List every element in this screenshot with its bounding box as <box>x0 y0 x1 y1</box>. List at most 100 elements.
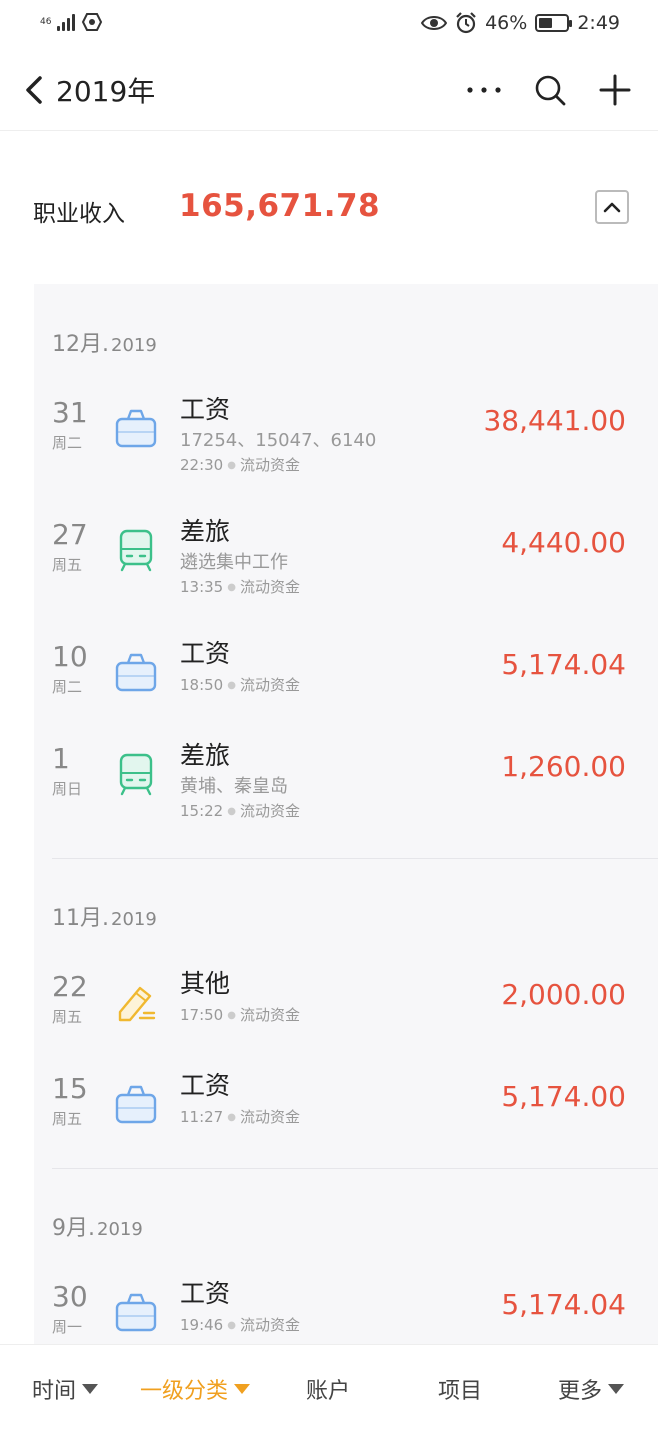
row-account: 流动资金 <box>239 676 300 694</box>
row-weekday: 周五 <box>52 1110 83 1128</box>
row-note: 黄埔、秦皇岛 <box>180 776 288 797</box>
transaction-row[interactable]: 27 周五 差旅 遴选集中工作 13:35 ● 流动资金 4,440.00 <box>34 517 658 628</box>
train-icon <box>119 753 153 796</box>
income-summary: 职业收入 165,671.78 <box>0 170 658 250</box>
clock: 2:49 <box>577 12 620 34</box>
bottom-filter-bar: 时间 一级分类 账户 项目 更多 <box>0 1344 658 1429</box>
summary-label: 职业收入 <box>33 201 125 227</box>
row-day: 22 <box>52 970 88 1003</box>
row-meta: 13:35 ● 流动资金 <box>180 578 300 596</box>
row-category: 工资 <box>180 395 231 424</box>
row-day: 27 <box>52 518 88 551</box>
row-category: 其他 <box>180 969 231 998</box>
row-time: 22:30 <box>180 456 224 474</box>
row-meta: 18:50 ● 流动资金 <box>180 676 300 694</box>
tab-project[interactable]: 项目 <box>438 1373 482 1405</box>
more-icon[interactable] <box>466 74 502 106</box>
row-amount: 1,260.00 <box>501 750 626 783</box>
row-account: 流动资金 <box>239 578 300 596</box>
briefcase-icon <box>115 1085 157 1124</box>
row-weekday: 周日 <box>52 780 83 798</box>
group-divider <box>52 1168 658 1169</box>
row-category: 工资 <box>180 1071 231 1100</box>
month-year: 2019 <box>111 909 157 930</box>
alarm-icon <box>456 12 476 34</box>
row-meta: 19:46 ● 流动资金 <box>180 1316 300 1334</box>
tab-account[interactable]: 账户 <box>306 1373 350 1405</box>
row-weekday: 周五 <box>52 1008 83 1026</box>
add-icon[interactable] <box>598 72 632 108</box>
briefcase-icon <box>115 653 157 692</box>
month-year: 2019 <box>97 1219 143 1240</box>
eye-icon <box>421 16 448 30</box>
row-time: 11:27 <box>180 1108 224 1126</box>
row-note: 遴选集中工作 <box>180 552 288 573</box>
collapse-button[interactable] <box>595 190 629 224</box>
row-amount: 2,000.00 <box>501 978 626 1011</box>
transaction-row[interactable]: 31 周二 工资 17254、15047、6140 22:30 ● 流动资金 38,… <box>34 395 658 506</box>
transaction-row[interactable]: 22 周五 其他 17:50 ● 流动资金 2,000.00 <box>34 969 658 1080</box>
transaction-row[interactable]: 15 周五 工资 11:27 ● 流动资金 5,174.00 <box>34 1071 658 1182</box>
group-divider <box>52 858 658 859</box>
app-header: 2019年 <box>0 52 658 128</box>
dropdown-arrow-icon <box>608 1384 625 1394</box>
tab-label: 一级分类 <box>140 1379 229 1404</box>
row-weekday: 周二 <box>52 434 83 452</box>
row-time: 15:22 <box>180 802 224 820</box>
row-amount: 5,174.00 <box>501 1080 626 1113</box>
row-account: 流动资金 <box>239 1006 300 1024</box>
row-meta: 22:30 ● 流动资金 <box>180 456 300 474</box>
status-left: 46 <box>40 12 103 32</box>
briefcase-icon <box>115 409 157 448</box>
search-icon[interactable] <box>533 72 567 108</box>
transaction-list: 12月. 2019 31 周二 工资 17254、15047、6140 22:30… <box>34 284 658 1344</box>
pencil-icon <box>118 986 156 1022</box>
row-note: 17254、15047、6140 <box>180 430 377 451</box>
tab-label: 更多 <box>558 1379 603 1404</box>
signal-icon <box>57 13 76 31</box>
network-type: 46 <box>40 16 52 27</box>
status-bar: 46 46% 2:49 <box>0 0 658 52</box>
row-meta: 17:50 ● 流动资金 <box>180 1006 300 1024</box>
row-category: 差旅 <box>180 517 231 546</box>
row-time: 17:50 <box>180 1006 224 1024</box>
tab-more[interactable]: 更多 <box>558 1373 625 1405</box>
transaction-row[interactable]: 10 周二 工资 18:50 ● 流动资金 5,174.04 <box>34 639 658 750</box>
row-day: 1 <box>52 742 70 775</box>
month-label: 9月. <box>52 1216 95 1241</box>
shield-icon <box>82 13 103 31</box>
tab-label: 项目 <box>438 1379 483 1404</box>
back-arrow-icon[interactable] <box>22 72 46 108</box>
row-weekday: 周二 <box>52 678 83 696</box>
tab-time[interactable]: 时间 <box>32 1373 99 1405</box>
month-label: 12月. <box>52 332 109 357</box>
tab-label: 时间 <box>32 1379 77 1404</box>
battery-percent: 46% <box>485 12 528 34</box>
dropdown-arrow-icon <box>82 1384 99 1394</box>
page-title: 2019年 <box>56 75 156 108</box>
briefcase-icon <box>115 1293 157 1332</box>
row-account: 流动资金 <box>239 1316 300 1334</box>
summary-total: 165,671.78 <box>179 188 381 224</box>
row-time: 13:35 <box>180 578 224 596</box>
row-amount: 38,441.00 <box>483 404 626 437</box>
row-day: 31 <box>52 396 88 429</box>
month-header: 12月. 2019 <box>52 326 157 358</box>
row-amount: 4,440.00 <box>501 526 626 559</box>
tab-primary-category[interactable]: 一级分类 <box>140 1373 251 1405</box>
month-header: 9月. 2019 <box>52 1210 143 1242</box>
train-icon <box>119 529 153 572</box>
row-category: 差旅 <box>180 741 231 770</box>
row-meta: 11:27 ● 流动资金 <box>180 1108 300 1126</box>
month-header: 11月. 2019 <box>52 900 157 932</box>
transaction-row[interactable]: 30 周一 工资 19:46 ● 流动资金 5,174.04 <box>34 1279 658 1344</box>
status-right: 46% 2:49 <box>421 12 620 34</box>
row-day: 30 <box>52 1280 88 1313</box>
row-time: 18:50 <box>180 676 224 694</box>
transaction-row[interactable]: 1 周日 差旅 黄埔、秦皇岛 15:22 ● 流动资金 1,260.00 <box>34 741 658 852</box>
row-day: 15 <box>52 1072 88 1105</box>
row-amount: 5,174.04 <box>501 1288 626 1321</box>
row-weekday: 周五 <box>52 556 83 574</box>
row-time: 19:46 <box>180 1316 224 1334</box>
row-meta: 15:22 ● 流动资金 <box>180 802 300 820</box>
